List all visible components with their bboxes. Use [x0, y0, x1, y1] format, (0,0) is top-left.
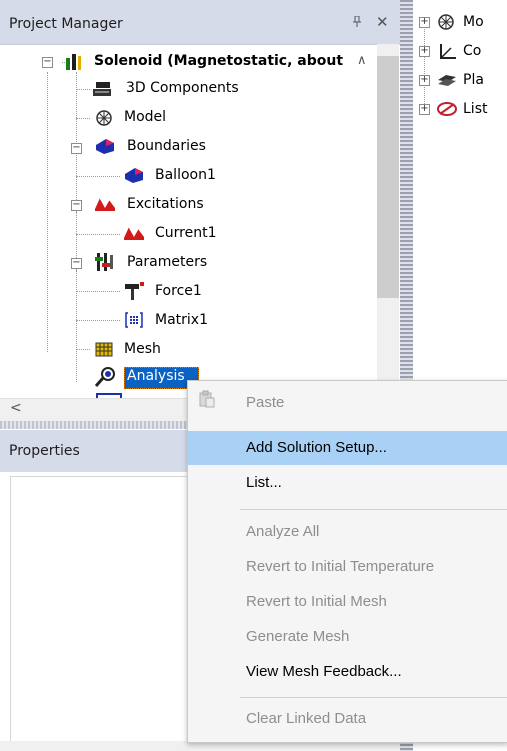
vertical-scroll-thumb[interactable] [377, 56, 399, 298]
tree-item-model[interactable]: Model [124, 109, 166, 125]
parameters-icon [94, 252, 114, 271]
tree-line [76, 72, 77, 382]
right-item-planes[interactable]: Pla [463, 72, 484, 88]
planes-icon [436, 72, 456, 90]
tree-line [76, 349, 90, 350]
menu-item-analyze-all[interactable]: Analyze All [188, 515, 507, 549]
expand-toggle[interactable]: + [419, 104, 430, 115]
tree-line [47, 72, 48, 352]
tree-item-mesh[interactable]: Mesh [124, 341, 161, 357]
collapse-toggle[interactable]: − [71, 258, 82, 269]
tree-item-solenoid[interactable]: Solenoid (Magnetostatic, about [94, 53, 343, 69]
tree-item-parameters[interactable]: Parameters [127, 254, 207, 270]
right-item-model[interactable]: Mo [463, 14, 484, 30]
tree-line [76, 118, 90, 119]
mesh-icon [94, 340, 114, 358]
components-icon [92, 80, 112, 98]
tree-item-balloon1[interactable]: Balloon1 [155, 167, 216, 183]
balloon-icon [123, 166, 143, 184]
tree-line [76, 89, 90, 90]
current-icon [123, 224, 144, 242]
boundaries-icon [94, 137, 114, 155]
project-manager-title: Project Manager [9, 16, 123, 32]
project-icon [64, 52, 84, 70]
tree-item-3d-components[interactable]: 3D Components [126, 80, 239, 96]
expand-toggle[interactable]: + [419, 75, 430, 86]
scroll-up-arrow[interactable]: ∧ [357, 53, 367, 68]
lists-icon [436, 100, 457, 118]
right-item-lists[interactable]: List [463, 101, 487, 117]
tree-item-boundaries[interactable]: Boundaries [127, 138, 206, 154]
tree-line [76, 291, 120, 292]
close-icon[interactable]: ✕ [376, 13, 389, 31]
coordinate-icon [438, 42, 458, 60]
force-icon [123, 281, 144, 300]
tree-item-force1[interactable]: Force1 [155, 283, 202, 299]
excitations-icon [94, 195, 115, 213]
matrix-icon [124, 311, 144, 329]
tree-line [76, 176, 120, 177]
tree-item-matrix1[interactable]: Matrix1 [155, 312, 208, 328]
tree-item-current1[interactable]: Current1 [155, 225, 217, 241]
analysis-icon [94, 366, 115, 387]
menu-item-list[interactable]: List... [188, 466, 507, 500]
menu-item-clear-linked-data[interactable]: Clear Linked Data [188, 702, 507, 736]
menu-item-generate-mesh[interactable]: Generate Mesh [188, 620, 507, 654]
model-icon [94, 108, 114, 126]
right-item-coordinate[interactable]: Co [463, 43, 481, 59]
tree-line [424, 22, 425, 114]
tree-line [76, 320, 120, 321]
menu-item-view-mesh-feedback[interactable]: View Mesh Feedback... [188, 655, 507, 689]
menu-separator [240, 697, 507, 698]
properties-title: Properties [9, 443, 80, 459]
tree-item-analysis[interactable]: Analysis [127, 368, 185, 384]
menu-item-paste[interactable]: Paste [188, 386, 507, 420]
tree-item-excitations[interactable]: Excitations [127, 196, 204, 212]
menu-separator [240, 509, 507, 510]
menu-item-revert-temperature[interactable]: Revert to Initial Temperature [188, 550, 507, 584]
menu-item-add-solution-setup[interactable]: Add Solution Setup... [188, 431, 507, 465]
collapse-toggle[interactable]: − [71, 143, 82, 154]
expand-toggle[interactable]: + [419, 46, 430, 57]
collapse-toggle[interactable]: − [42, 57, 53, 68]
collapse-toggle[interactable]: − [71, 200, 82, 211]
expand-toggle[interactable]: + [419, 17, 430, 28]
properties-body [10, 476, 194, 743]
tree-line [76, 234, 120, 235]
model-icon [436, 12, 456, 30]
menu-item-revert-mesh[interactable]: Revert to Initial Mesh [188, 585, 507, 619]
pin-icon[interactable] [352, 15, 362, 31]
scroll-left-arrow[interactable]: < [10, 400, 22, 416]
